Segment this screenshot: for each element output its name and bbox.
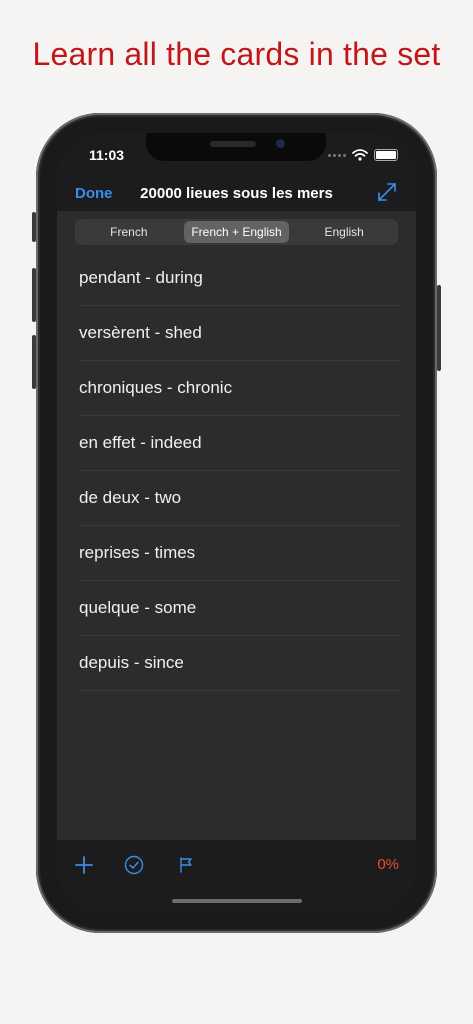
segment-french-english[interactable]: French + English — [183, 221, 290, 243]
list-item[interactable]: pendant - during — [57, 251, 416, 306]
signal-icon — [328, 153, 346, 157]
card-text: reprises - times — [79, 543, 196, 562]
list-item[interactable]: de deux - two — [57, 471, 416, 526]
progress-percent: 0% — [377, 856, 399, 873]
phone-screen: 11:03 Done 20000 lieues sous les mers Fr… — [57, 133, 416, 913]
list-item[interactable]: chroniques - chronic — [57, 361, 416, 416]
segment-french[interactable]: French — [76, 221, 182, 243]
status-icons — [328, 149, 398, 161]
power-button — [437, 285, 441, 371]
card-text: depuis - since — [79, 653, 184, 672]
headline: Learn all the cards in the set — [32, 36, 441, 72]
card-text: de deux - two — [79, 488, 182, 507]
wifi-icon — [352, 149, 368, 161]
notch — [146, 133, 326, 161]
expand-icon[interactable] — [376, 181, 398, 203]
flag-icon[interactable] — [175, 854, 197, 876]
card-text: en effet - indeed — [79, 433, 202, 452]
page-title: 20000 lieues sous les mers — [140, 185, 333, 202]
divider — [79, 690, 400, 691]
segment-english[interactable]: English — [291, 221, 397, 243]
list-item[interactable]: versèrent - shed — [57, 306, 416, 361]
list-item[interactable]: en effet - indeed — [57, 416, 416, 471]
card-text: pendant - during — [79, 268, 203, 287]
card-text: versèrent - shed — [79, 323, 202, 342]
card-text: quelque - some — [79, 598, 197, 617]
card-text: chroniques - chronic — [79, 378, 233, 397]
checkmark-circle-icon[interactable] — [123, 854, 145, 876]
home-indicator[interactable] — [172, 899, 302, 903]
language-segmented-control: French French + English English — [75, 219, 398, 245]
speaker — [210, 141, 256, 147]
card-list: pendant - during versèrent - shed chroni… — [57, 251, 416, 691]
battery-icon — [374, 149, 398, 161]
list-item[interactable]: depuis - since — [57, 636, 416, 691]
status-time: 11:03 — [89, 147, 125, 163]
list-item[interactable]: quelque - some — [57, 581, 416, 636]
plus-icon[interactable] — [73, 854, 95, 876]
camera — [276, 139, 285, 148]
list-item[interactable]: reprises - times — [57, 526, 416, 581]
